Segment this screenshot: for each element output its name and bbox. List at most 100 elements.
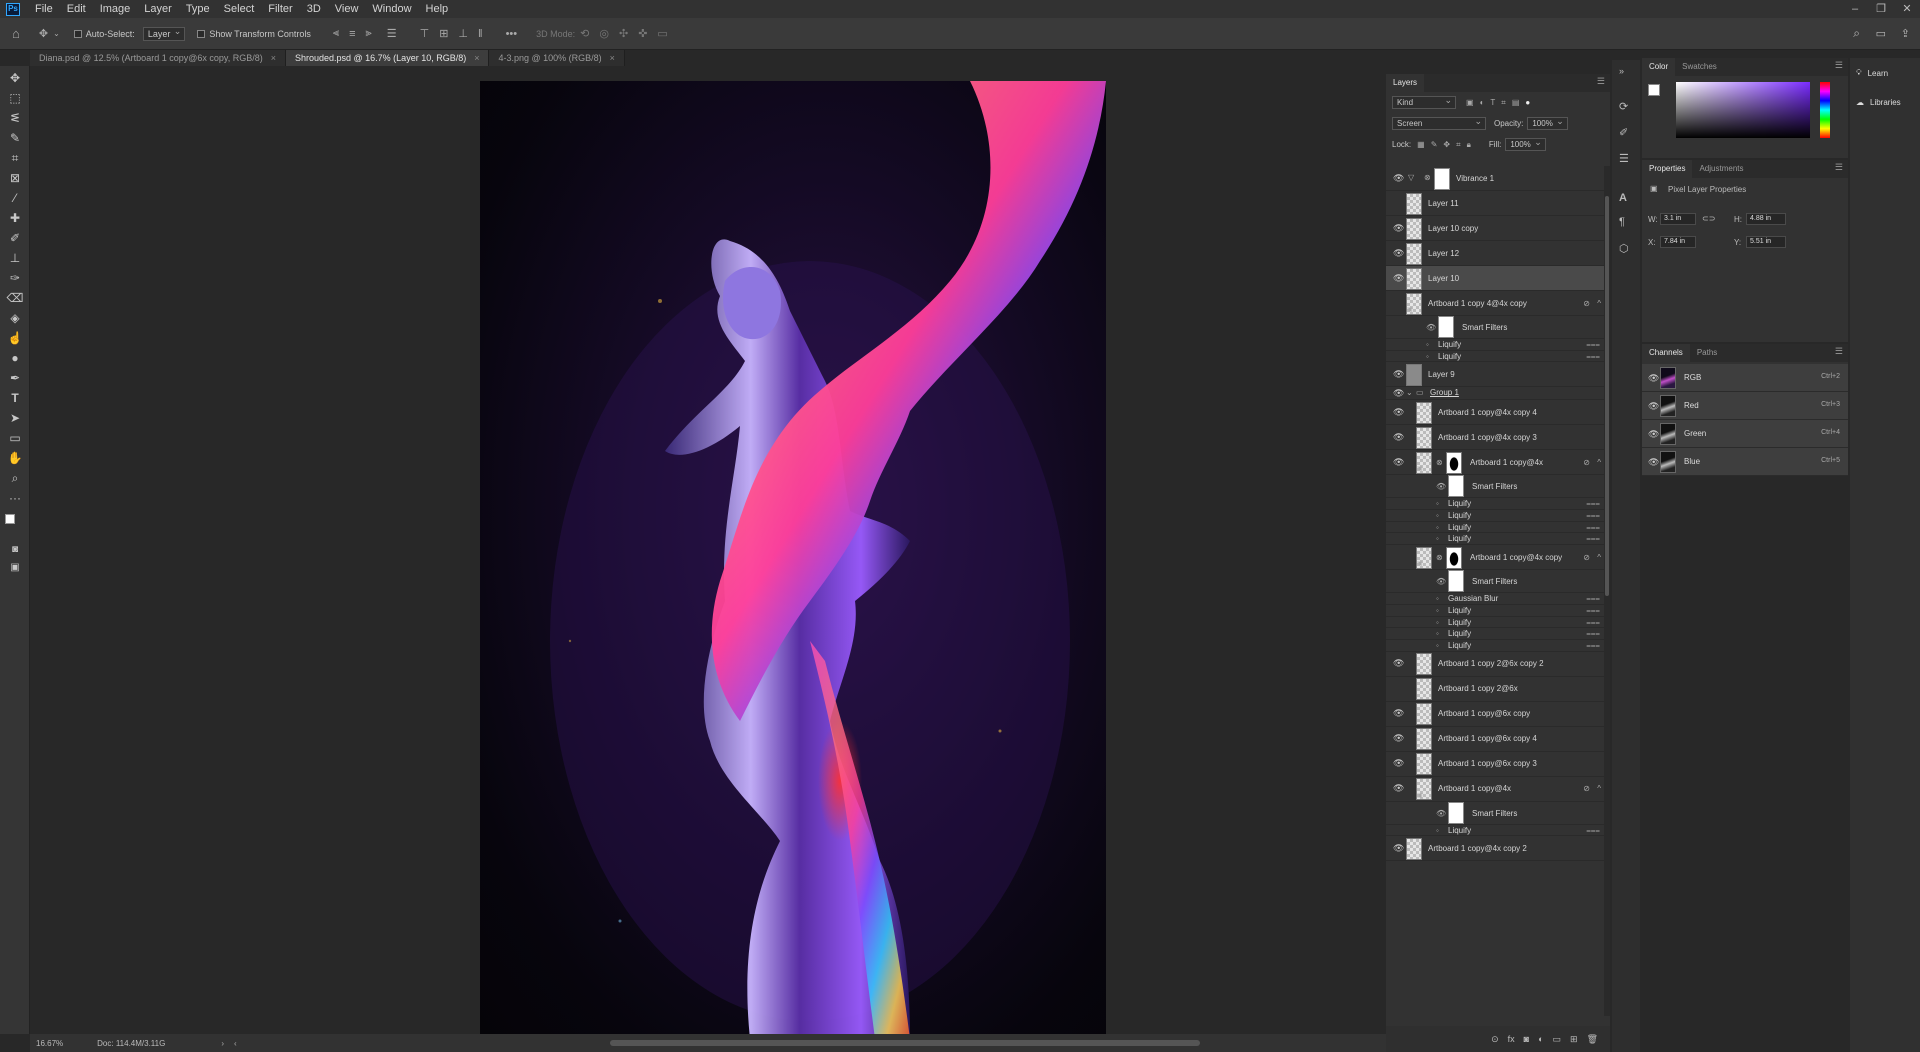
smart-filters-row[interactable]: 👁︎ Smart Filters — [1386, 316, 1604, 339]
smart-filter-mask-thumbnail[interactable] — [1448, 801, 1464, 824]
auto-select-dropdown[interactable]: Layer — [142, 26, 186, 41]
filter-options-icon[interactable]: ⩶ — [1586, 826, 1600, 836]
layer-row[interactable]: 👁︎ Artboard 1 copy@6x copy — [1386, 702, 1604, 727]
history-icon[interactable]: ⟳ — [1619, 100, 1628, 113]
filter-options-icon[interactable]: ⩶ — [1586, 641, 1600, 651]
dodge-tool-icon[interactable]: ● — [6, 350, 24, 366]
tab-adjustments[interactable]: Adjustments — [1692, 160, 1750, 178]
filter-options-icon[interactable]: ⩶ — [1586, 618, 1600, 628]
filter-row[interactable]: ◦ Liquify ⩶ — [1386, 510, 1604, 522]
layers-menu-icon[interactable]: ☰ — [1597, 76, 1605, 87]
eyedropper-tool-icon[interactable]: ⁄ — [6, 190, 24, 206]
expand-chevron-icon[interactable]: ^ — [1597, 458, 1601, 467]
foreground-color-swatch[interactable] — [5, 514, 15, 524]
filter-row[interactable]: ◦ Liquify ⩶ — [1386, 628, 1604, 640]
group-row[interactable]: 👁︎ ⌄ ▭ Group 1 — [1386, 387, 1604, 401]
eye-icon[interactable]: 👁︎ — [1393, 457, 1404, 468]
properties-menu-icon[interactable]: ☰ — [1835, 162, 1843, 173]
maximize-button[interactable]: ❐ — [1868, 0, 1894, 18]
tab-color[interactable]: Color — [1642, 58, 1676, 76]
layer-row[interactable]: ▣ Artboard 1 copy 4@4x copy ⊘ ^ — [1386, 291, 1604, 316]
filter-shape-icon[interactable]: ⌗ — [1501, 98, 1506, 108]
clone-stamp-icon[interactable]: ⊥ — [6, 250, 24, 266]
close-tab-icon[interactable]: × — [271, 53, 276, 63]
link-icon[interactable]: ⊗ — [1436, 458, 1443, 467]
layer-row[interactable]: Layer 11 — [1386, 191, 1604, 216]
3d-roll-icon[interactable]: ◎ — [599, 27, 609, 40]
hand-tool-icon[interactable]: ✋ — [6, 450, 24, 466]
layer-row[interactable]: 👁︎ Layer 10 copy — [1386, 216, 1604, 241]
new-adjustment-icon[interactable]: ◐ — [1538, 1034, 1543, 1044]
eye-icon[interactable]: 👁︎ — [1426, 323, 1436, 332]
eye-icon[interactable]: 👁︎ — [1393, 369, 1404, 380]
collapse-icon[interactable]: » — [1619, 66, 1624, 76]
filter-options-icon[interactable]: ⩶ — [1586, 594, 1600, 604]
align-bottom-icon[interactable]: ⊥ — [458, 27, 468, 40]
eye-icon[interactable]: ◦ — [1426, 340, 1429, 349]
link-icon[interactable]: ⊗ — [1436, 553, 1443, 562]
eye-icon[interactable]: ◦ — [1436, 594, 1439, 603]
scroll-left-icon[interactable]: ‹ — [234, 1039, 237, 1048]
filter-row[interactable]: ◦ Liquify ⩶ — [1386, 825, 1604, 837]
menu-select[interactable]: Select — [217, 3, 262, 15]
menu-file[interactable]: File — [28, 3, 60, 15]
distribute-icon[interactable]: ☰ — [387, 27, 397, 40]
transform-check-icon[interactable] — [197, 29, 206, 38]
filter-row[interactable]: ◦ Liquify ⩶ — [1386, 617, 1604, 629]
filter-options-icon[interactable]: ⩶ — [1586, 340, 1600, 350]
filter-type-icon[interactable]: T — [1490, 98, 1495, 107]
eye-icon[interactable]: 👁︎ — [1393, 273, 1404, 284]
eye-icon[interactable]: 👁︎ — [1393, 783, 1404, 794]
color-fg-swatch[interactable] — [1648, 84, 1660, 96]
lock-position-icon[interactable]: ✥ — [1443, 140, 1450, 149]
filter-row[interactable]: ◦ Liquify ⩶ — [1386, 522, 1604, 534]
tab-4-3[interactable]: 4-3.png @ 100% (RGB/8) × — [489, 50, 625, 66]
group-chevron-icon[interactable]: ⌄ — [1406, 388, 1413, 397]
workspace-icon[interactable]: ▭ — [1876, 27, 1886, 40]
filter-row[interactable]: ◦ Liquify ⩶ — [1386, 351, 1604, 363]
move-tool-icon[interactable]: ✥ — [39, 27, 48, 40]
layer-row[interactable]: 👁︎ Layer 9 — [1386, 362, 1604, 388]
zoom-tool-icon[interactable]: ⌕ — [6, 470, 24, 486]
filter-row[interactable]: ◦ Liquify ⩶ — [1386, 339, 1604, 351]
layer-row[interactable]: 👁︎ ▽ ⊗ Vibrance 1 — [1386, 166, 1604, 191]
smart-filters-row[interactable]: 👁︎ Smart Filters — [1386, 570, 1604, 594]
character-icon[interactable]: A — [1619, 192, 1627, 204]
layer-row[interactable]: 👁︎ Layer 12 — [1386, 241, 1604, 266]
smart-filter-mask-thumbnail[interactable] — [1448, 570, 1464, 593]
y-input[interactable]: 5.51 in — [1746, 236, 1786, 248]
height-input[interactable]: 4.88 in — [1746, 213, 1786, 225]
photoshop-logo-icon[interactable]: Ps — [6, 2, 20, 16]
layer-row[interactable]: 👁︎ Artboard 1 copy@4x copy 2 — [1386, 836, 1604, 862]
eye-icon[interactable]: 👁︎ — [1648, 401, 1659, 412]
lock-pixels-icon[interactable]: ✎ — [1431, 140, 1438, 149]
eye-icon[interactable]: 👁︎ — [1393, 658, 1404, 669]
smart-filter-badge-icon[interactable]: ⊘ — [1583, 458, 1590, 467]
menu-window[interactable]: Window — [365, 3, 418, 15]
layer-row[interactable]: 👁︎ Artboard 1 copy@6x copy 4 — [1386, 727, 1604, 752]
layer-row[interactable]: ▣ ⊗ Artboard 1 copy@4x copy ⊘ ^ — [1386, 545, 1604, 571]
filter-row[interactable]: ◦ Liquify ⩶ — [1386, 605, 1604, 617]
link-dimensions-icon[interactable]: ⊂⊃ — [1702, 214, 1715, 223]
menu-3d[interactable]: 3D — [300, 3, 328, 15]
eraser-tool-icon[interactable]: ⌫ — [6, 290, 24, 306]
opacity-input[interactable]: 100% — [1527, 116, 1568, 130]
lock-artboard-icon[interactable]: ⌗ — [1456, 140, 1461, 150]
fill-input[interactable]: 100% — [1505, 137, 1546, 151]
lock-transparent-icon[interactable]: ▦ — [1417, 140, 1425, 149]
eye-icon[interactable]: ◦ — [1436, 641, 1439, 650]
smudge-tool-icon[interactable]: ☝ — [6, 330, 24, 346]
3d-cube-icon[interactable]: ⬡ — [1619, 242, 1629, 255]
crop-tool-icon[interactable]: ⌗ — [6, 150, 24, 166]
close-window-button[interactable]: ✕ — [1894, 0, 1920, 18]
path-select-icon[interactable]: ➤ — [6, 410, 24, 426]
mask-thumbnail[interactable] — [1446, 451, 1462, 474]
search-icon[interactable]: ⌕ — [1853, 26, 1860, 41]
healing-brush-icon[interactable]: ✚ — [6, 210, 24, 226]
3d-camera-icon[interactable]: ▭ — [657, 27, 667, 40]
menu-image[interactable]: Image — [93, 3, 138, 15]
filter-options-icon[interactable]: ⩶ — [1586, 511, 1600, 521]
horizontal-scrollbar[interactable] — [610, 1040, 1200, 1046]
layer-row[interactable]: 👁︎ ▣ ⊗ Artboard 1 copy@4x ⊘ ^ — [1386, 450, 1604, 476]
eye-icon[interactable]: 👁︎ — [1393, 407, 1404, 418]
